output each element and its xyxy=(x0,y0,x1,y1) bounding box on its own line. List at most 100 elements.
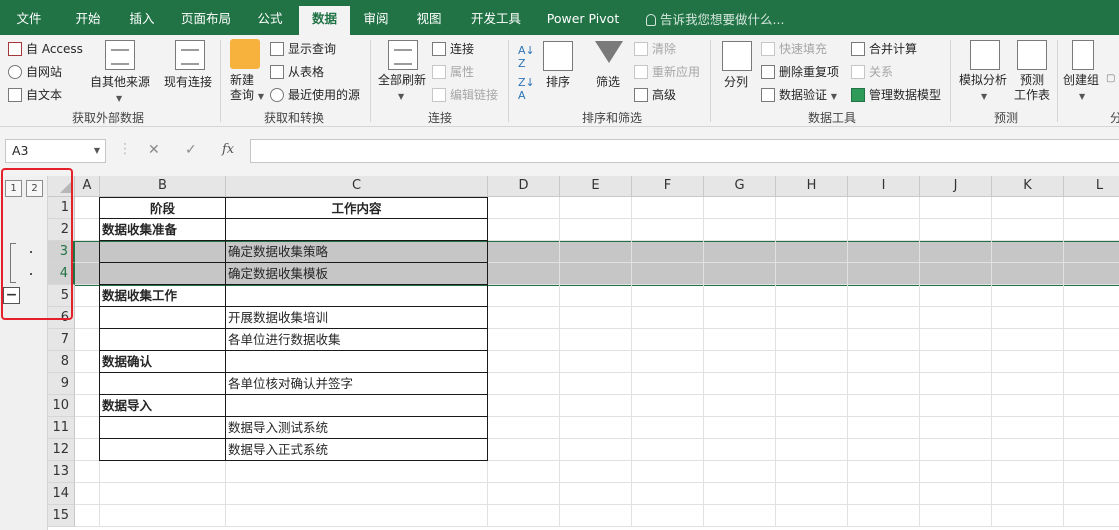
cell-b4[interactable] xyxy=(100,263,226,285)
cell[interactable] xyxy=(704,395,776,417)
cell[interactable] xyxy=(75,285,100,307)
cell-c1[interactable]: 工作内容 xyxy=(226,197,488,219)
cell[interactable] xyxy=(75,373,100,395)
cell[interactable] xyxy=(992,241,1064,263)
cell[interactable] xyxy=(560,505,632,527)
cell[interactable] xyxy=(75,219,100,241)
cell[interactable] xyxy=(776,373,848,395)
cell[interactable] xyxy=(992,263,1064,285)
cell[interactable] xyxy=(704,329,776,351)
cancel-icon[interactable]: ✕ xyxy=(148,142,160,158)
row-header-5[interactable]: 5 xyxy=(48,285,75,307)
cell[interactable] xyxy=(75,241,100,263)
cell[interactable] xyxy=(1064,307,1119,329)
cell[interactable] xyxy=(488,263,560,285)
cell[interactable] xyxy=(848,395,920,417)
cell[interactable] xyxy=(100,483,226,505)
column-header-b[interactable]: B xyxy=(100,176,226,197)
cell[interactable] xyxy=(848,351,920,373)
cell[interactable] xyxy=(776,285,848,307)
cell-b10[interactable]: 数据导入 xyxy=(100,395,226,417)
cell[interactable] xyxy=(632,197,704,219)
remove-duplicates-button[interactable]: 删除重复项 xyxy=(761,63,839,80)
cell[interactable] xyxy=(848,417,920,439)
tab-file[interactable]: 文件 xyxy=(0,6,58,35)
column-header-e[interactable]: E xyxy=(560,176,632,197)
row-header-14[interactable]: 14 xyxy=(48,483,75,505)
cell[interactable] xyxy=(1064,263,1119,285)
tell-me-box[interactable]: 告诉我您想要做什么... xyxy=(646,9,784,28)
cell[interactable] xyxy=(632,505,704,527)
cell-b12[interactable] xyxy=(100,439,226,461)
cell[interactable] xyxy=(704,461,776,483)
cell[interactable] xyxy=(632,439,704,461)
row-header-9[interactable]: 9 xyxy=(48,373,75,395)
cell[interactable] xyxy=(560,395,632,417)
tab-home[interactable]: 开始 xyxy=(62,6,114,35)
cell-c2[interactable] xyxy=(226,219,488,241)
reapply-button[interactable]: 重新应用 xyxy=(634,63,700,80)
cell[interactable] xyxy=(920,285,992,307)
row-header-13[interactable]: 13 xyxy=(48,461,75,483)
cell[interactable] xyxy=(488,395,560,417)
cell[interactable] xyxy=(488,417,560,439)
forecast-sheet-button[interactable]: 预测 工作表 xyxy=(1014,73,1050,103)
cell[interactable] xyxy=(704,219,776,241)
what-if-analysis-button[interactable]: 模拟分析 ▼ xyxy=(959,73,1007,104)
cell[interactable] xyxy=(704,417,776,439)
column-header-a[interactable]: A xyxy=(75,176,100,197)
cell-c8[interactable] xyxy=(226,351,488,373)
cell[interactable] xyxy=(776,307,848,329)
cell[interactable] xyxy=(920,241,992,263)
cell[interactable] xyxy=(488,285,560,307)
cell[interactable] xyxy=(100,461,226,483)
cell[interactable] xyxy=(75,483,100,505)
sort-za-icon[interactable]: Z↓ A xyxy=(518,76,535,102)
enter-icon[interactable]: ✓ xyxy=(185,142,197,158)
cell-b3[interactable] xyxy=(100,241,226,263)
cell[interactable] xyxy=(75,417,100,439)
cell[interactable] xyxy=(848,461,920,483)
cell[interactable] xyxy=(992,219,1064,241)
cell-b6[interactable] xyxy=(100,307,226,329)
tab-insert[interactable]: 插入 xyxy=(116,6,168,35)
cell[interactable] xyxy=(920,329,992,351)
filter-button[interactable]: 筛选 xyxy=(596,73,620,90)
cell[interactable] xyxy=(75,263,100,285)
consolidate-button[interactable]: 合并计算 xyxy=(851,40,917,57)
cell[interactable] xyxy=(1064,395,1119,417)
cell[interactable] xyxy=(704,483,776,505)
row-header-12[interactable]: 12 xyxy=(48,439,75,461)
column-header-k[interactable]: K xyxy=(992,176,1064,197)
cell[interactable] xyxy=(848,439,920,461)
cell[interactable] xyxy=(632,351,704,373)
cell-b5[interactable]: 数据收集工作 xyxy=(100,285,226,307)
cell[interactable] xyxy=(776,197,848,219)
column-header-c[interactable]: C xyxy=(226,176,488,197)
row-header-11[interactable]: 11 xyxy=(48,417,75,439)
cell[interactable] xyxy=(776,351,848,373)
cell[interactable] xyxy=(920,351,992,373)
cell[interactable] xyxy=(560,219,632,241)
cell[interactable] xyxy=(75,505,100,527)
cell[interactable] xyxy=(1064,373,1119,395)
cell[interactable] xyxy=(1064,351,1119,373)
cell[interactable] xyxy=(488,461,560,483)
cell[interactable] xyxy=(992,417,1064,439)
row-header-4[interactable]: 4 xyxy=(48,263,75,285)
column-header-i[interactable]: I xyxy=(848,176,920,197)
row-header-3[interactable]: 3 xyxy=(48,241,75,263)
cell[interactable] xyxy=(560,483,632,505)
cell[interactable] xyxy=(704,241,776,263)
collapse-group-button[interactable]: − xyxy=(3,287,20,304)
cell[interactable] xyxy=(226,505,488,527)
cell-c5[interactable] xyxy=(226,285,488,307)
data-validation-button[interactable]: 数据验证 ▼ xyxy=(761,86,837,103)
cell[interactable] xyxy=(560,263,632,285)
cell[interactable] xyxy=(920,483,992,505)
cell[interactable] xyxy=(848,263,920,285)
cell[interactable] xyxy=(848,219,920,241)
cell[interactable] xyxy=(632,373,704,395)
cell-b7[interactable] xyxy=(100,329,226,351)
sort-button[interactable]: 排序 xyxy=(546,73,570,90)
